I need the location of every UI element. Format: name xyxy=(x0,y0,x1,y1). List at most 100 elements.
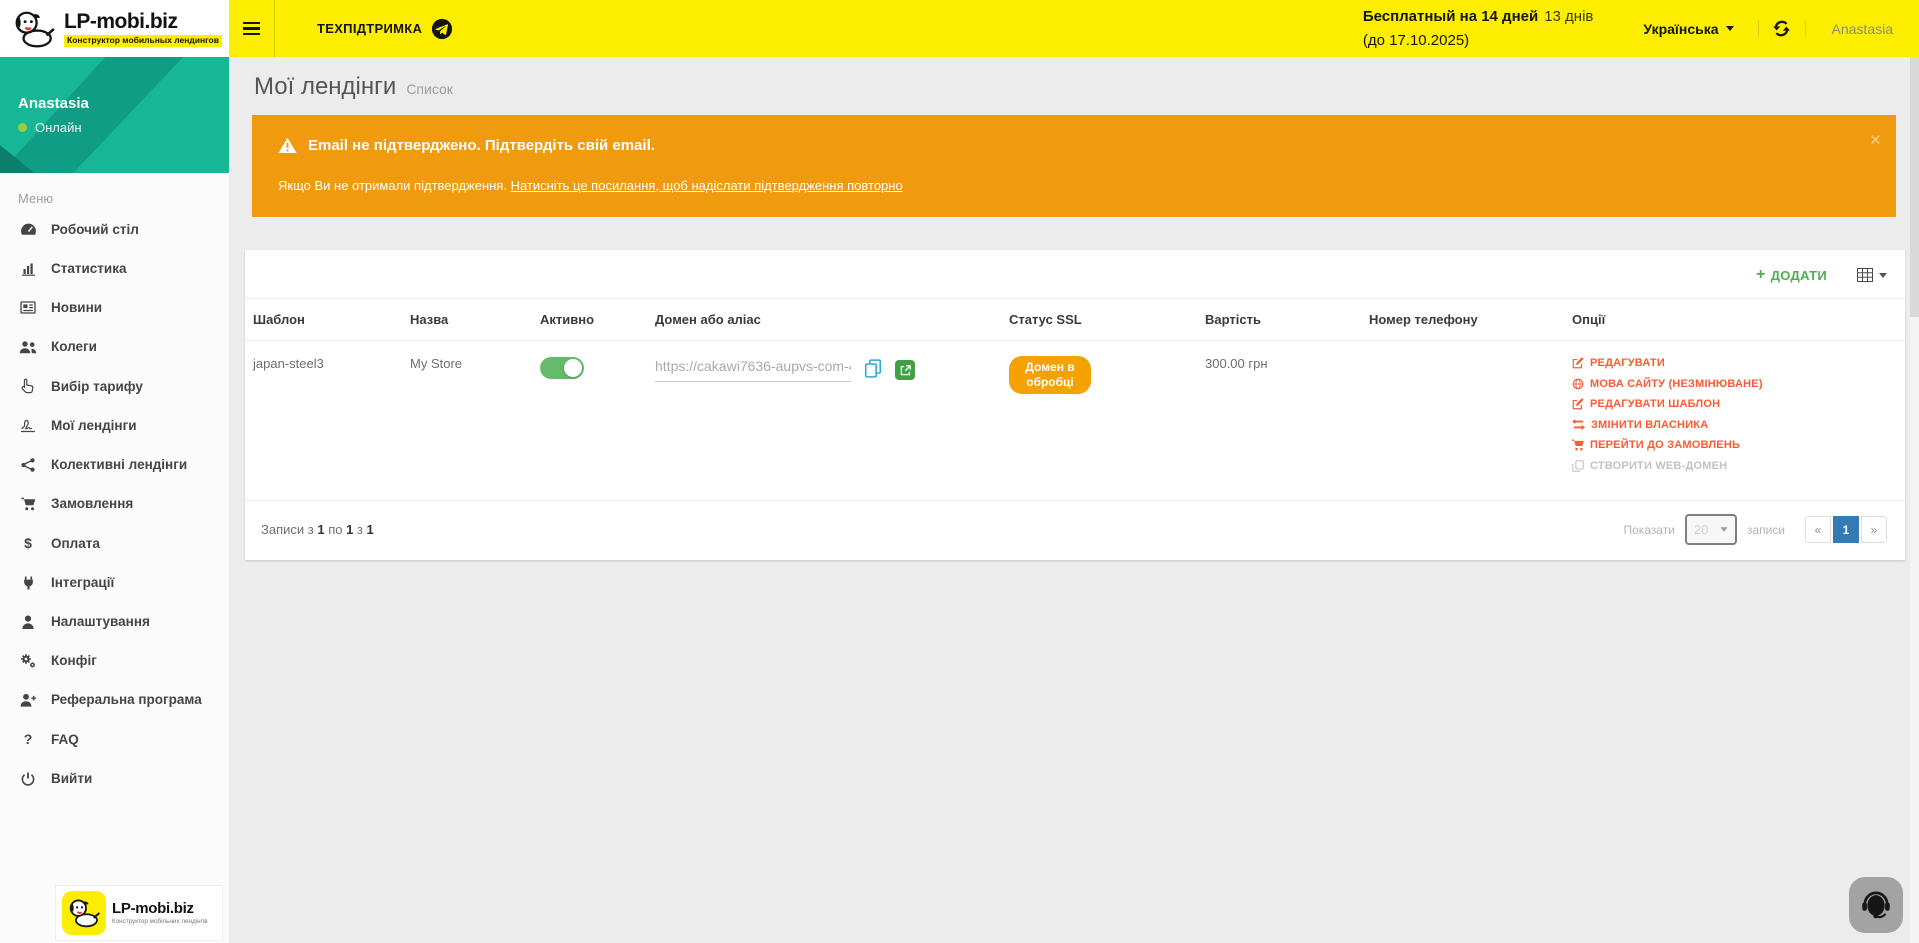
col-active: Активно xyxy=(532,299,647,341)
sidebar-item-payment[interactable]: $ Оплата xyxy=(0,523,229,563)
sidebar-item-my-landings[interactable]: Мої лендінги xyxy=(0,406,229,445)
sidebar-toggle-button[interactable] xyxy=(229,0,275,57)
logo-subtitle: Конструктор мобильных лендингов xyxy=(64,35,222,46)
dollar-icon: $ xyxy=(18,535,38,551)
trial-days-left: 13 днів xyxy=(1544,8,1593,25)
question-icon: ? xyxy=(18,731,38,747)
language-label: Українська xyxy=(1643,21,1718,37)
plug-icon xyxy=(18,576,38,590)
col-ssl-status: Статус SSL xyxy=(1001,299,1197,341)
users-icon xyxy=(18,340,38,354)
pagination-next-button[interactable]: » xyxy=(1861,516,1887,543)
cell-name: My Store xyxy=(402,341,532,501)
topbar-username[interactable]: Anastasia xyxy=(1806,21,1919,37)
telegram-icon[interactable] xyxy=(431,18,453,40)
landings-card: + ДОДАТИ Шаблон Назва Активно Доме xyxy=(245,250,1905,560)
table-row: japan-steel3 My Store xyxy=(245,341,1905,501)
footer-logo-subtitle: Конструктор мобільних лендінгів xyxy=(112,919,208,926)
trial-until: (до 17.10.2025) xyxy=(1363,29,1594,52)
hamburger-icon xyxy=(243,22,260,24)
dog-mascot-icon xyxy=(12,10,56,48)
add-landing-button[interactable]: + ДОДАТИ xyxy=(1750,266,1833,284)
records-info: Записи з 1 по 1 з 1 xyxy=(261,522,374,537)
page-size-value: 20 xyxy=(1694,522,1708,537)
language-selector[interactable]: Українська xyxy=(1619,21,1757,37)
page-size-select[interactable]: 20 xyxy=(1685,514,1737,545)
warning-icon xyxy=(278,137,297,154)
trial-info: Бесплатный на 14 дней 13 днів (до 17.10.2… xyxy=(1363,5,1620,52)
pagination: « 1 » xyxy=(1805,516,1887,543)
dog-mascot-icon xyxy=(62,891,106,935)
refresh-button[interactable] xyxy=(1758,20,1806,37)
copy-icon xyxy=(864,359,882,378)
decorative-band xyxy=(0,57,229,173)
cart-icon xyxy=(1572,439,1584,451)
option-site-language[interactable]: МОВА САЙТУ (НЕЗМІНЮВАНЕ) xyxy=(1572,378,1897,390)
dashboard-icon xyxy=(18,223,38,236)
sidebar-footer-logo[interactable]: LP-mobi.biz Конструктор мобільних лендін… xyxy=(55,885,223,941)
hand-pointer-icon xyxy=(18,378,38,394)
menu-section-label: Меню xyxy=(0,173,229,210)
cart-icon xyxy=(18,497,38,511)
chevron-down-icon xyxy=(1879,273,1887,278)
sidebar-item-statistics[interactable]: Статистика xyxy=(0,249,229,288)
copy-domain-button[interactable] xyxy=(864,359,882,378)
pagination-page-1-button[interactable]: 1 xyxy=(1833,516,1859,543)
sidebar-item-settings[interactable]: Налаштування xyxy=(0,602,229,641)
option-change-owner[interactable]: ЗМІНИТИ ВЛАСНИКА xyxy=(1572,419,1897,431)
bar-chart-icon xyxy=(18,262,38,276)
sidebar-item-faq[interactable]: ? FAQ xyxy=(0,719,229,759)
col-price: Вартість xyxy=(1197,299,1361,341)
show-label: Показати xyxy=(1623,523,1674,537)
sidebar-item-orders[interactable]: Замовлення xyxy=(0,484,229,523)
cell-price: 300.00 грн xyxy=(1197,341,1361,501)
scrollbar-thumb[interactable] xyxy=(1910,57,1919,317)
sidebar-item-news[interactable]: Новини xyxy=(0,288,229,327)
close-icon[interactable]: × xyxy=(1870,131,1881,150)
app-logo[interactable]: LP-mobi.biz Конструктор мобильных лендин… xyxy=(0,0,229,57)
footer-logo-title: LP-mobi.biz xyxy=(112,901,208,917)
sidebar-user-name: Anastasia xyxy=(18,95,89,112)
sidebar-item-integrations[interactable]: Інтеграції xyxy=(0,563,229,602)
sidebar-item-config[interactable]: Конфіг xyxy=(0,641,229,680)
col-phone: Номер телефону xyxy=(1361,299,1564,341)
cell-ssl-status: Домен в обробці xyxy=(1001,341,1197,501)
alert-text: Якщо Ви не отримали підтвердження. xyxy=(278,178,511,193)
page-title: Мої лендінги xyxy=(254,73,396,101)
column-settings-button[interactable] xyxy=(1857,268,1887,282)
vertical-scrollbar[interactable] xyxy=(1910,57,1919,943)
external-link-icon xyxy=(900,365,911,376)
ssl-status-badge: Домен в обробці xyxy=(1009,356,1091,394)
main-content: Мої лендінги Список Email не підтверджен… xyxy=(229,57,1919,943)
headset-icon xyxy=(1857,886,1895,924)
power-icon xyxy=(18,772,38,786)
open-site-button[interactable] xyxy=(895,360,915,380)
support-chat-button[interactable] xyxy=(1849,877,1903,933)
trial-plan: Бесплатный на 14 дней xyxy=(1363,8,1538,25)
sidebar-item-referral[interactable]: Реферальна програма xyxy=(0,680,229,719)
option-edit-template[interactable]: РЕДАГУВАТИ ШАБЛОН xyxy=(1572,398,1897,410)
plus-icon: + xyxy=(1756,267,1766,283)
refresh-icon xyxy=(1773,20,1790,37)
domain-input[interactable] xyxy=(655,356,851,382)
support-link[interactable]: ТЕХПІДТРИМКА xyxy=(275,0,463,57)
pagination-prev-button[interactable]: « xyxy=(1805,516,1831,543)
resend-confirmation-link[interactable]: Натисніть це посилання, щоб надіслати пі… xyxy=(511,178,903,193)
sidebar-item-dashboard[interactable]: Робочий стіл xyxy=(0,210,229,249)
sidebar-item-colleagues[interactable]: Колеги xyxy=(0,327,229,366)
logo-title: LP-mobi.biz xyxy=(64,10,222,33)
user-icon xyxy=(18,615,38,629)
sidebar-item-collective-landings[interactable]: Колективні лендінги xyxy=(0,445,229,484)
sidebar-item-logout[interactable]: Вийти xyxy=(0,759,229,798)
col-domain: Домен або аліас xyxy=(647,299,1001,341)
option-go-to-orders[interactable]: ПЕРЕЙТИ ДО ЗАМОВЛЕНЬ xyxy=(1572,439,1897,451)
sidebar-item-tariff[interactable]: Вибір тарифу xyxy=(0,366,229,406)
active-toggle[interactable] xyxy=(540,357,584,379)
edit-icon xyxy=(1572,398,1584,410)
option-edit[interactable]: РЕДАГУВАТИ xyxy=(1572,357,1897,369)
page-subtitle: Список xyxy=(406,81,453,97)
edit-icon xyxy=(1572,357,1584,369)
cell-phone xyxy=(1361,341,1564,501)
exchange-icon xyxy=(1572,419,1585,430)
col-options: Опції xyxy=(1564,299,1905,341)
